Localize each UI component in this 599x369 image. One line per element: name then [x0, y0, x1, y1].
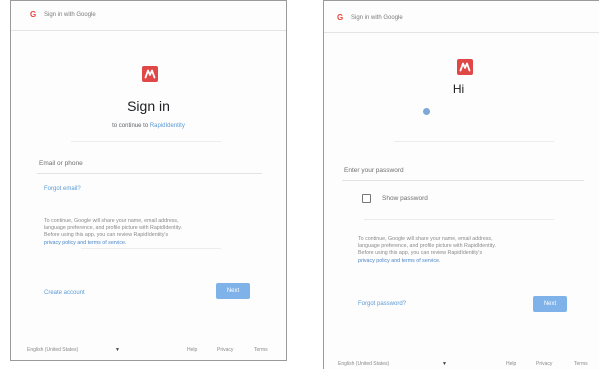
panel-header: G Sign in with Google	[11, 1, 286, 31]
next-button[interactable]: Next	[533, 296, 567, 312]
password-input[interactable]: Enter your password	[342, 163, 584, 181]
sign-in-email-panel: G Sign in with Google Sign in to continu…	[10, 0, 287, 361]
forgot-email-link[interactable]: Forgot email?	[44, 186, 81, 192]
google-g-icon: G	[30, 10, 37, 19]
privacy-terms-links[interactable]: privacy policy and terms of service.	[358, 258, 496, 265]
rapididentity-logo-icon	[142, 66, 158, 82]
scan-artifact	[81, 248, 221, 249]
caret-down-icon: ▼	[442, 361, 447, 367]
app-name-link[interactable]: RapidIdentity	[150, 123, 185, 129]
language-selector[interactable]: English (United States)	[27, 347, 78, 353]
disclaimer-line: Before using this app, you can review Ra…	[44, 232, 169, 239]
disclaimer-line: language preference, and profile picture…	[358, 243, 497, 250]
subtitle: to continue to RapidIdentity	[11, 123, 286, 129]
language-selector[interactable]: English (United States)	[338, 361, 389, 367]
forgot-password-link[interactable]: Forgot password?	[358, 301, 406, 307]
password-placeholder: Enter your password	[344, 167, 404, 174]
footer-help-link[interactable]: Help	[187, 347, 197, 353]
disclaimer-line: To continue, Google will share your name…	[44, 218, 179, 224]
footer-privacy-link[interactable]: Privacy	[536, 361, 552, 367]
header-title: Sign in with Google	[351, 15, 403, 21]
caret-down-icon: ▼	[115, 347, 120, 353]
create-account-link[interactable]: Create account	[44, 290, 85, 296]
disclaimer-line: language preference, and profile picture…	[44, 225, 183, 232]
footer-privacy-link[interactable]: Privacy	[217, 347, 233, 353]
show-password-label[interactable]: Show password	[382, 195, 428, 202]
sign-in-password-panel: G Sign in with Google Hi Enter your pass…	[323, 0, 599, 369]
consent-disclaimer: To continue, Google will share your name…	[358, 236, 496, 265]
email-input[interactable]: Email or phone	[37, 156, 262, 174]
rapididentity-logo-icon	[457, 59, 473, 75]
footer-help-link[interactable]: Help	[506, 361, 516, 367]
panel-header: G Sign in with Google	[324, 1, 599, 33]
disclaimer-line: Before using this app, you can review Ra…	[358, 250, 483, 257]
next-button[interactable]: Next	[216, 283, 250, 299]
account-avatar-icon	[423, 108, 430, 115]
footer-terms-link[interactable]: Terms	[254, 347, 268, 353]
disclaimer-line: To continue, Google will share your name…	[358, 236, 493, 242]
email-placeholder: Email or phone	[39, 160, 83, 167]
privacy-terms-links[interactable]: privacy policy and terms of service.	[44, 240, 182, 247]
greeting-title: Hi	[452, 82, 465, 96]
scan-artifact	[71, 141, 221, 142]
consent-disclaimer: To continue, Google will share your name…	[44, 218, 182, 247]
footer-terms-link[interactable]: Terms	[574, 361, 588, 367]
page-title: Sign in	[127, 98, 170, 114]
scan-artifact	[364, 219, 554, 220]
scan-artifact	[394, 141, 554, 142]
header-title: Sign in with Google	[44, 12, 96, 18]
checkbox-icon[interactable]	[362, 194, 371, 203]
subtitle-prefix: to continue to	[112, 123, 149, 129]
google-g-icon: G	[337, 13, 344, 22]
